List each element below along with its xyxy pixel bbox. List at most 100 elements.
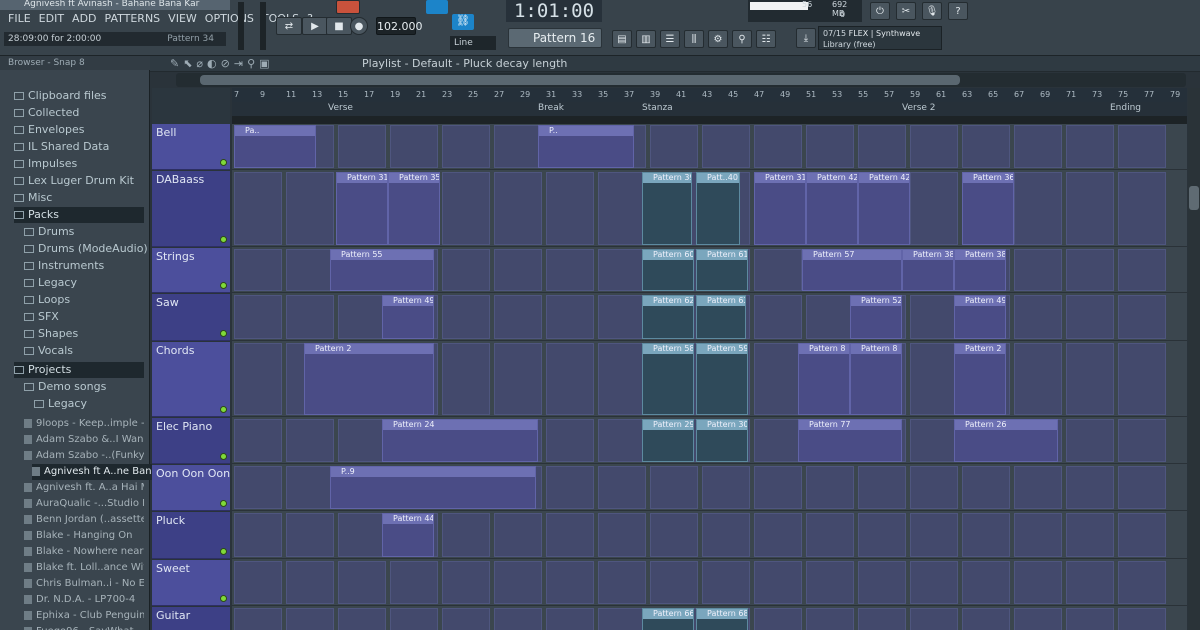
pattern-clip-filler[interactable] <box>702 561 750 604</box>
pattern-clip-filler[interactable] <box>598 295 646 339</box>
browser-item[interactable]: Drums <box>24 224 154 240</box>
pattern-clip[interactable]: P.. <box>538 125 634 168</box>
pattern-clip-filler[interactable] <box>858 561 906 604</box>
browser-item[interactable]: Collected <box>14 105 144 121</box>
menu-options[interactable]: OPTIONS <box>201 12 258 26</box>
pattern-clip-filler[interactable] <box>390 561 438 604</box>
pattern-clip-filler[interactable] <box>806 125 854 168</box>
piano-roll-icon[interactable]: ▥ <box>636 30 656 48</box>
track-mute-led[interactable] <box>220 500 227 507</box>
scroll-thumb[interactable] <box>200 75 960 85</box>
pattern-clip-filler[interactable] <box>286 561 334 604</box>
song-file[interactable]: Benn Jordan (..assette Cafe <box>24 512 144 528</box>
pattern-clip-filler[interactable] <box>494 561 542 604</box>
pattern-clip-filler[interactable] <box>1066 608 1114 630</box>
pattern-clip-filler[interactable] <box>702 513 750 557</box>
pattern-clip-filler[interactable] <box>442 172 490 245</box>
section-marker[interactable]: Ending <box>1110 102 1141 115</box>
track-lane[interactable]: Pattern 44 <box>232 512 1187 559</box>
pattern-clip-filler[interactable] <box>390 125 438 168</box>
pattern-clip-filler[interactable] <box>910 172 958 245</box>
track-lane[interactable]: Pattern 2 Pattern 58 Pattern 59 Pattern 8 Pa… <box>232 342 1187 417</box>
record-icon[interactable]: ● <box>350 17 368 35</box>
pattern-clip-filler[interactable] <box>598 419 646 462</box>
track-mute-led[interactable] <box>220 282 227 289</box>
plugin-icon[interactable]: ⚲ <box>732 30 752 48</box>
bar-ruler[interactable]: 7 9 11 13 15 17 19 21 23 25 27 29 31 33 35 37 39 41 43 45 47… <box>232 88 1187 102</box>
playlist-tool-icons[interactable]: ✎⬉⌀◐⊘⇥⚲▣ <box>170 57 274 70</box>
pattern-clip-filler[interactable] <box>494 513 542 557</box>
browser-item[interactable]: Projects <box>14 362 144 378</box>
pattern-clip-filler[interactable] <box>234 249 282 291</box>
pattern-clip[interactable]: Pattern 35 <box>388 172 440 245</box>
pattern-clip[interactable]: P..9 <box>330 466 536 509</box>
pattern-clip-filler[interactable] <box>286 419 334 462</box>
pattern-clip-filler[interactable] <box>1014 125 1062 168</box>
pattern-clip-filler[interactable] <box>286 608 334 630</box>
pattern-clip[interactable]: Patt..40 <box>696 172 740 245</box>
pattern-clip[interactable]: Pattern 42 <box>858 172 910 245</box>
pattern-clip[interactable]: Pattern 31 <box>754 172 806 245</box>
pattern-clip-filler[interactable] <box>910 608 958 630</box>
pattern-clip-filler[interactable] <box>598 249 646 291</box>
browser-item[interactable]: Loops <box>24 292 154 308</box>
pattern-clip[interactable]: Pattern 63 <box>696 295 746 339</box>
pattern-clip-filler[interactable] <box>754 513 802 557</box>
pattern-clip-filler[interactable] <box>234 513 282 557</box>
pattern-clip-filler[interactable] <box>1066 295 1114 339</box>
pattern-clip-filler[interactable] <box>338 608 386 630</box>
pattern-clip-filler[interactable] <box>910 125 958 168</box>
mixer-icon[interactable]: ⫼ <box>684 30 704 48</box>
pattern-clip-filler[interactable] <box>338 419 386 462</box>
pattern-clip-filler[interactable] <box>286 295 334 339</box>
pattern-clip-filler[interactable] <box>1118 466 1166 509</box>
pattern-clip-filler[interactable] <box>442 125 490 168</box>
track-header[interactable]: Guitar <box>152 607 230 630</box>
song-file[interactable]: Fuego96 - SayWhat <box>24 624 144 630</box>
track-header[interactable]: Chords <box>152 342 230 417</box>
pattern-clip-filler[interactable] <box>234 419 282 462</box>
pattern-clip-filler[interactable] <box>1118 608 1166 630</box>
pattern-clip-filler[interactable] <box>546 561 594 604</box>
track-header[interactable]: Bell <box>152 124 230 170</box>
pattern-clip[interactable]: Pattern 2 <box>954 343 1006 415</box>
pattern-clip[interactable]: Pa.. <box>234 125 316 168</box>
pattern-clip-filler[interactable] <box>806 513 854 557</box>
pattern-clip-filler[interactable] <box>754 466 802 509</box>
browser-item[interactable]: Demo songs <box>24 379 154 395</box>
channel-rack-icon[interactable]: ☰ <box>660 30 680 48</box>
pattern-clip-filler[interactable] <box>442 513 490 557</box>
vertical-scrollbar[interactable] <box>1188 88 1200 630</box>
pattern-clip-filler[interactable] <box>754 295 802 339</box>
song-file[interactable]: Agnivesh ft A..ne Bana Kar <box>32 464 152 480</box>
song-file[interactable]: Chris Bulman..i - No Escape <box>24 576 144 592</box>
pattern-clip[interactable]: Pattern 60 <box>642 249 694 291</box>
pattern-clip-filler[interactable] <box>650 125 698 168</box>
song-file[interactable]: Adam Szabo -..(Funky Mix) <box>24 448 144 464</box>
song-file[interactable]: Dr. N.D.A. - LP700-4 <box>24 592 144 608</box>
mic-icon[interactable]: 🎙 <box>922 2 942 20</box>
pattern-clip[interactable]: Pattern 8 <box>798 343 850 415</box>
browser-item[interactable]: Envelopes <box>14 122 144 138</box>
song-file[interactable]: Adam Szabo &..I Wanna Be <box>24 432 144 448</box>
pattern-clip-filler[interactable] <box>754 419 802 462</box>
browser-item[interactable]: Drums (ModeAudio) <box>24 241 154 257</box>
link-icon[interactable]: ⛓ <box>452 14 474 30</box>
pattern-clip-filler[interactable] <box>962 466 1010 509</box>
track-header[interactable]: Pluck <box>152 512 230 559</box>
pattern-clip[interactable]: Pattern 2 <box>304 343 434 415</box>
snap-tool-icon[interactable] <box>426 0 448 14</box>
pattern-clip-filler[interactable] <box>494 343 542 415</box>
pattern-clip-filler[interactable] <box>442 295 490 339</box>
play-icon[interactable]: ▶ <box>302 17 328 35</box>
pattern-clip-filler[interactable] <box>1066 172 1114 245</box>
pattern-clip-filler[interactable] <box>858 466 906 509</box>
pattern-clip-filler[interactable] <box>338 295 386 339</box>
pattern-clip[interactable]: Pattern 38 <box>954 249 1006 291</box>
pattern-clip[interactable]: Pattern 52 <box>850 295 902 339</box>
pattern-clip-filler[interactable] <box>1014 466 1062 509</box>
pattern-clip-filler[interactable] <box>806 561 854 604</box>
pattern-clip-filler[interactable] <box>702 125 750 168</box>
pattern-clip-filler[interactable] <box>910 295 958 339</box>
pattern-clip[interactable]: Pattern 59 <box>696 343 748 415</box>
